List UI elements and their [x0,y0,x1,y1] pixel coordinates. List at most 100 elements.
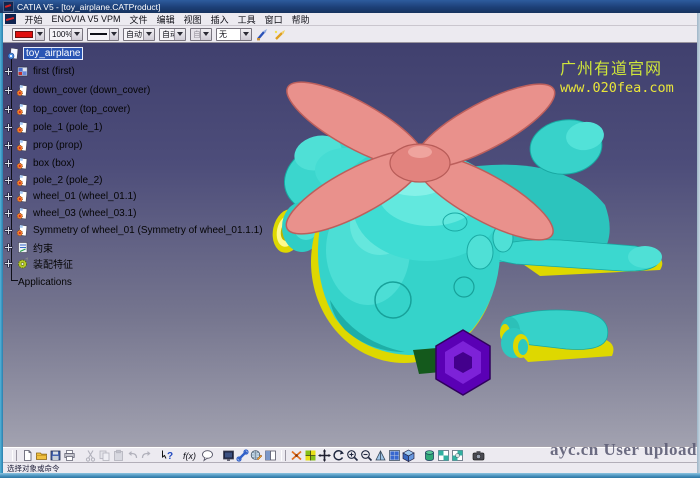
toolbar-grip[interactable] [281,450,286,461]
component-icon [16,65,29,78]
chevron-down-icon[interactable] [240,29,251,40]
normal-view-icon[interactable] [374,449,387,462]
print-icon[interactable] [63,449,76,462]
tree-item-label[interactable]: 装配特征 [32,256,74,271]
chevron-down-icon[interactable] [174,29,185,40]
product-icon [7,47,20,60]
part-icon [16,103,29,116]
link-icon[interactable] [236,449,249,462]
context-help-icon[interactable]: ? [161,449,174,462]
painter-icon[interactable] [256,28,269,41]
expand-icon[interactable] [4,259,13,268]
formula-icon[interactable]: f(x) [182,449,200,462]
expand-icon[interactable] [4,105,13,114]
iso-view-icon[interactable] [402,449,415,462]
tree-root-row[interactable]: toy_airplane [7,46,83,60]
3d-viewport[interactable]: 广州有道官网 www.020fea.com toy_airplane [3,43,697,447]
menu-start[interactable]: 开始 [20,13,47,26]
zoom-out-icon[interactable] [360,449,373,462]
expand-icon[interactable] [4,209,13,218]
new-document-icon[interactable] [21,449,34,462]
tree-item-label[interactable]: 约束 [32,240,54,255]
globe-edit-icon[interactable] [250,449,263,462]
save-icon[interactable] [49,449,62,462]
paste-icon [112,449,125,462]
tree-item-label[interactable]: Symmetry of wheel_01 (Symmetry of wheel_… [32,225,264,236]
expand-icon[interactable] [4,67,13,76]
opacity-combo[interactable]: 100% [49,28,83,41]
app-icon [3,1,14,12]
tree-row[interactable]: 装配特征 [4,256,74,270]
catia-window: CATIA V5 - [toy_airplane.CATProduct] 开始 … [0,0,700,478]
tree-row[interactable]: Symmetry of wheel_01 (Symmetry of wheel_… [4,223,264,237]
tree-row[interactable]: first (first) [4,64,76,78]
tree-item-label[interactable]: Applications [17,277,73,288]
tree-item-label[interactable]: wheel_03 (wheel_03.1) [32,208,137,219]
tree-item-label[interactable]: wheel_01 (wheel_01.1) [32,191,137,202]
capture-icon[interactable] [472,449,485,462]
menu-edit[interactable]: 编辑 [152,13,179,26]
chevron-down-icon[interactable] [143,29,154,40]
compass-icon[interactable] [304,449,317,462]
chevron-down-icon[interactable] [109,29,118,40]
tree-root-label[interactable]: toy_airplane [23,47,83,60]
tree-row[interactable]: box (box) [4,156,76,170]
copy-icon [98,449,111,462]
expand-icon[interactable] [4,226,13,235]
line-weight-combo[interactable]: 自动 [123,28,155,41]
zoom-in-icon[interactable] [346,449,359,462]
tree-row[interactable]: pole_2 (pole_2) [4,173,104,187]
tree-item-label[interactable]: prop (prop) [32,140,83,151]
toolbar-grip[interactable] [12,450,17,461]
expand-icon[interactable] [4,176,13,185]
rotate-icon[interactable] [332,449,345,462]
expand-icon[interactable] [4,192,13,201]
screen-icon[interactable] [222,449,235,462]
chevron-down-icon[interactable] [71,29,82,40]
expand-icon[interactable] [4,243,13,252]
line-type-glyph [90,33,107,35]
menu-view[interactable]: 视图 [179,13,206,26]
chat-icon[interactable] [201,449,214,462]
tree-item-label[interactable]: down_cover (down_cover) [32,85,151,96]
part-icon [16,84,29,97]
view-mode-b-icon[interactable] [451,449,464,462]
expand-icon[interactable] [4,86,13,95]
render-style-icon[interactable] [423,449,436,462]
tree-item-label[interactable]: pole_2 (pole_2) [32,175,104,186]
tree-row[interactable]: top_cover (top_cover) [4,102,131,116]
expand-icon[interactable] [4,123,13,132]
expand-icon[interactable] [4,159,13,168]
multi-view-icon[interactable] [388,449,401,462]
tree-row[interactable]: 约束 [4,240,54,254]
expand-icon[interactable] [4,141,13,150]
point-type-combo[interactable]: 自动 [159,28,186,41]
tile-window-icon[interactable] [264,449,277,462]
pan-icon[interactable] [318,449,331,462]
menu-insert[interactable]: 插入 [206,13,233,26]
menu-help[interactable]: 帮助 [287,13,314,26]
tree-row[interactable]: pole_1 (pole_1) [4,120,104,134]
line-type-combo[interactable] [87,28,119,41]
tree-item-label[interactable]: box (box) [32,158,76,169]
menu-file[interactable]: 文件 [125,13,152,26]
tree-row[interactable]: prop (prop) [4,138,83,152]
chevron-down-icon[interactable] [35,29,44,40]
fly-mode-icon[interactable] [290,449,303,462]
open-folder-icon[interactable] [35,449,48,462]
tree-item-label[interactable]: first (first) [32,66,76,77]
menu-window[interactable]: 窗口 [260,13,287,26]
tree-row[interactable]: down_cover (down_cover) [4,83,151,97]
view-mode-a-icon[interactable] [437,449,450,462]
layer-combo[interactable]: 无 [216,28,252,41]
tree-row[interactable]: wheel_01 (wheel_01.1) [4,189,137,203]
menu-tools[interactable]: 工具 [233,13,260,26]
tree-row[interactable]: wheel_03 (wheel_03.1) [4,206,137,220]
fill-color-combo[interactable] [12,28,45,41]
tree-item-label[interactable]: pole_1 (pole_1) [32,122,104,133]
site-watermark: 广州有道官网 www.020fea.com [560,60,674,97]
tree-item-label[interactable]: top_cover (top_cover) [32,104,131,115]
menu-enovia[interactable]: ENOVIA V5 VPM [47,14,125,24]
wizard-brush-icon[interactable] [273,28,286,41]
tree-row[interactable]: Applications [17,275,73,289]
